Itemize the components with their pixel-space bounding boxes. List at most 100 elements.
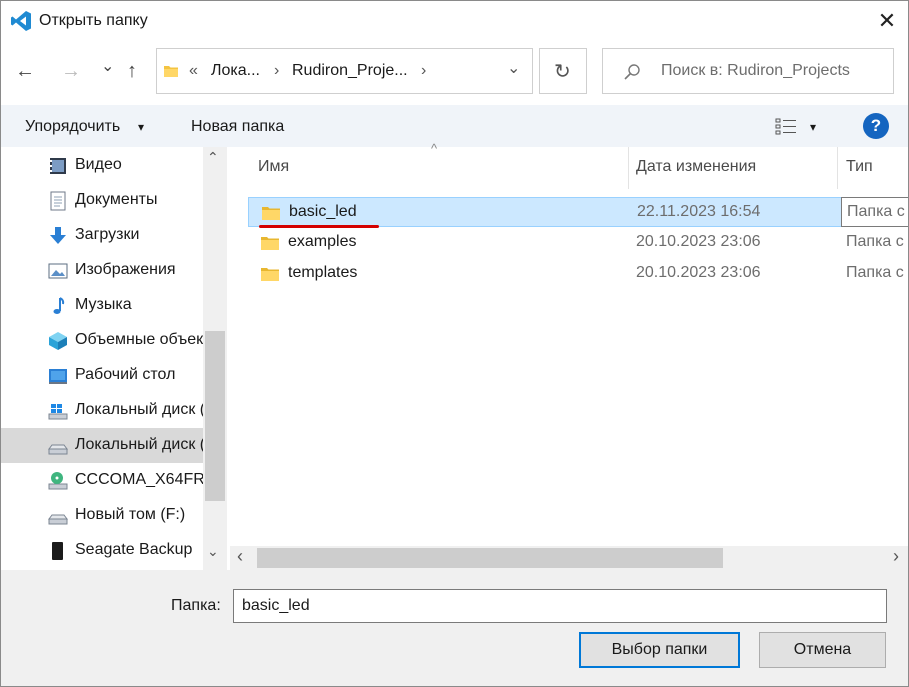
command-toolbar: Упорядочить ▾ Новая папка ▾ ? <box>1 105 908 147</box>
sidebar-item-label: Локальный диск (C:) <box>75 401 203 418</box>
sidebar-item-label: Изображения <box>75 261 176 278</box>
sidebar-item-label: Документы <box>75 191 158 208</box>
folder-icon <box>164 66 178 77</box>
search-placeholder: Поиск в: Rudiron_Projects <box>661 62 850 79</box>
file-name: templates <box>288 264 358 281</box>
sidebar-item-label: Видео <box>75 156 122 173</box>
file-type: Папка с <box>846 233 904 250</box>
column-divider[interactable] <box>628 147 629 189</box>
breadcrumb-local-disk[interactable]: Лока... <box>211 62 260 80</box>
sidebar-item-video[interactable]: Видео <box>1 148 203 183</box>
close-button[interactable]: ✕ <box>873 7 901 35</box>
forward-button[interactable]: → <box>61 59 81 83</box>
file-type: Папка с <box>847 203 905 220</box>
file-name: basic_led <box>289 203 357 220</box>
sidebar-item-downloads[interactable]: Загрузки <box>1 218 203 253</box>
scroll-down-icon[interactable]: ⌄ <box>207 543 219 560</box>
view-options-icon[interactable] <box>775 117 797 135</box>
refresh-button[interactable]: ↻ <box>539 48 587 94</box>
help-button[interactable]: ? <box>863 113 889 139</box>
pictures-icon <box>48 263 68 279</box>
folder-name-field[interactable] <box>233 589 887 623</box>
breadcrumb-overflow[interactable]: « <box>189 62 198 80</box>
folder-icon <box>261 268 279 281</box>
select-folder-button[interactable]: Выбор папки <box>579 632 740 668</box>
sidebar-item-label: Загрузки <box>75 226 140 243</box>
organize-button[interactable]: Упорядочить <box>25 118 120 136</box>
title-bar: Открыть папку ✕ <box>1 1 908 43</box>
drive-icon <box>48 444 68 455</box>
breadcrumb-rudiron-projects[interactable]: Rudiron_Proje... <box>292 62 408 80</box>
folder-icon <box>262 207 280 220</box>
sidebar-item-local-disk-c[interactable]: Локальный диск (C:) <box>1 393 203 428</box>
file-date: 22.11.2023 16:54 <box>637 203 761 220</box>
column-divider[interactable] <box>837 147 838 189</box>
music-icon <box>53 297 65 314</box>
sidebar-item-label: Рабочий стол <box>75 366 176 383</box>
navigation-pane[interactable]: Видео Документы Загрузки Изображения Муз… <box>1 147 229 570</box>
open-folder-dialog: Открыть папку ✕ ← → ⌄ ↑ « Лока... › Rudi… <box>0 0 909 687</box>
up-button[interactable]: ↑ <box>127 59 137 83</box>
windows-drive-icon <box>48 404 68 420</box>
window-title: Открыть папку <box>39 12 148 29</box>
downloads-icon <box>50 227 66 244</box>
search-icon <box>624 64 640 80</box>
file-row[interactable]: basic_led 22.11.2023 16:54 <box>248 197 908 227</box>
dvd-icon <box>48 472 68 490</box>
sidebar-item-local-disk-d[interactable]: Локальный диск (D:) <box>1 428 203 463</box>
column-headers: ^ Имя Дата изменения Тип <box>230 141 908 189</box>
sort-ascending-icon: ^ <box>431 141 438 156</box>
external-drive-icon <box>52 542 63 560</box>
file-date: 20.10.2023 23:06 <box>636 233 761 250</box>
dialog-footer <box>1 570 908 686</box>
cancel-button[interactable]: Отмена <box>759 632 886 668</box>
column-header-date[interactable]: Дата изменения <box>636 158 756 176</box>
sidebar-item-documents[interactable]: Документы <box>1 183 203 218</box>
folder-icon <box>261 237 279 250</box>
horizontal-scrollbar-thumb[interactable] <box>257 548 723 568</box>
desktop-icon <box>49 369 67 384</box>
new-folder-button[interactable]: Новая папка <box>191 118 284 136</box>
sidebar-scrollbar-thumb[interactable] <box>205 331 225 501</box>
column-header-name[interactable]: Имя <box>258 158 289 176</box>
scroll-right-icon[interactable]: › <box>893 546 899 567</box>
column-header-type[interactable]: Тип <box>846 158 873 176</box>
view-dropdown-icon[interactable]: ▾ <box>810 120 816 134</box>
recent-locations-button[interactable]: ⌄ <box>101 55 114 79</box>
organize-dropdown-icon[interactable]: ▾ <box>138 120 144 134</box>
scroll-left-icon[interactable]: ‹ <box>237 546 243 567</box>
video-icon <box>50 158 66 174</box>
file-type-tooltip: Папка с <box>841 197 908 227</box>
drive-icon <box>48 514 68 525</box>
address-dropdown-icon[interactable]: ⌄ <box>507 58 520 78</box>
sidebar-item-label: Объемные объекты <box>75 331 203 348</box>
scroll-up-icon[interactable]: ⌃ <box>207 149 219 166</box>
file-row[interactable]: examples 20.10.2023 23:06 Папка с <box>248 228 908 258</box>
folder-label: Папка: <box>171 597 221 614</box>
refresh-icon: ↻ <box>554 61 571 83</box>
sidebar-item-label: Локальный диск (D:) <box>75 436 203 453</box>
sidebar-item-label: Музыка <box>75 296 132 313</box>
sidebar-item-desktop[interactable]: Рабочий стол <box>1 358 203 393</box>
sidebar-item-cccoma[interactable]: CCCOMA_X64FRE <box>1 463 203 498</box>
search-input[interactable]: Поиск в: Rudiron_Projects <box>602 48 894 94</box>
sidebar-item-pictures[interactable]: Изображения <box>1 253 203 288</box>
vscode-icon <box>11 11 31 31</box>
sidebar-item-music[interactable]: Музыка <box>1 288 203 323</box>
address-bar[interactable]: « Лока... › Rudiron_Proje... › ⌄ <box>156 48 533 94</box>
sidebar-item-seagate-backup[interactable]: Seagate Backup <box>1 533 203 568</box>
documents-icon <box>50 191 66 211</box>
file-row[interactable]: templates 20.10.2023 23:06 Папка с <box>248 259 908 289</box>
sidebar-item-label: Seagate Backup <box>75 541 193 558</box>
back-button[interactable]: ← <box>15 59 35 83</box>
sidebar-item-label: Новый том (F:) <box>75 506 186 523</box>
sidebar-item-label: CCCOMA_X64FRE <box>75 471 203 488</box>
sidebar-item-new-volume-f[interactable]: Новый том (F:) <box>1 498 203 533</box>
file-date: 20.10.2023 23:06 <box>636 264 761 281</box>
file-name: examples <box>288 233 357 250</box>
breadcrumb-separator[interactable]: › <box>421 62 426 80</box>
3d-objects-icon <box>49 332 67 350</box>
file-type: Папка с <box>846 264 904 281</box>
sidebar-item-3d-objects[interactable]: Объемные объекты <box>1 323 203 358</box>
breadcrumb-separator[interactable]: › <box>274 62 279 80</box>
